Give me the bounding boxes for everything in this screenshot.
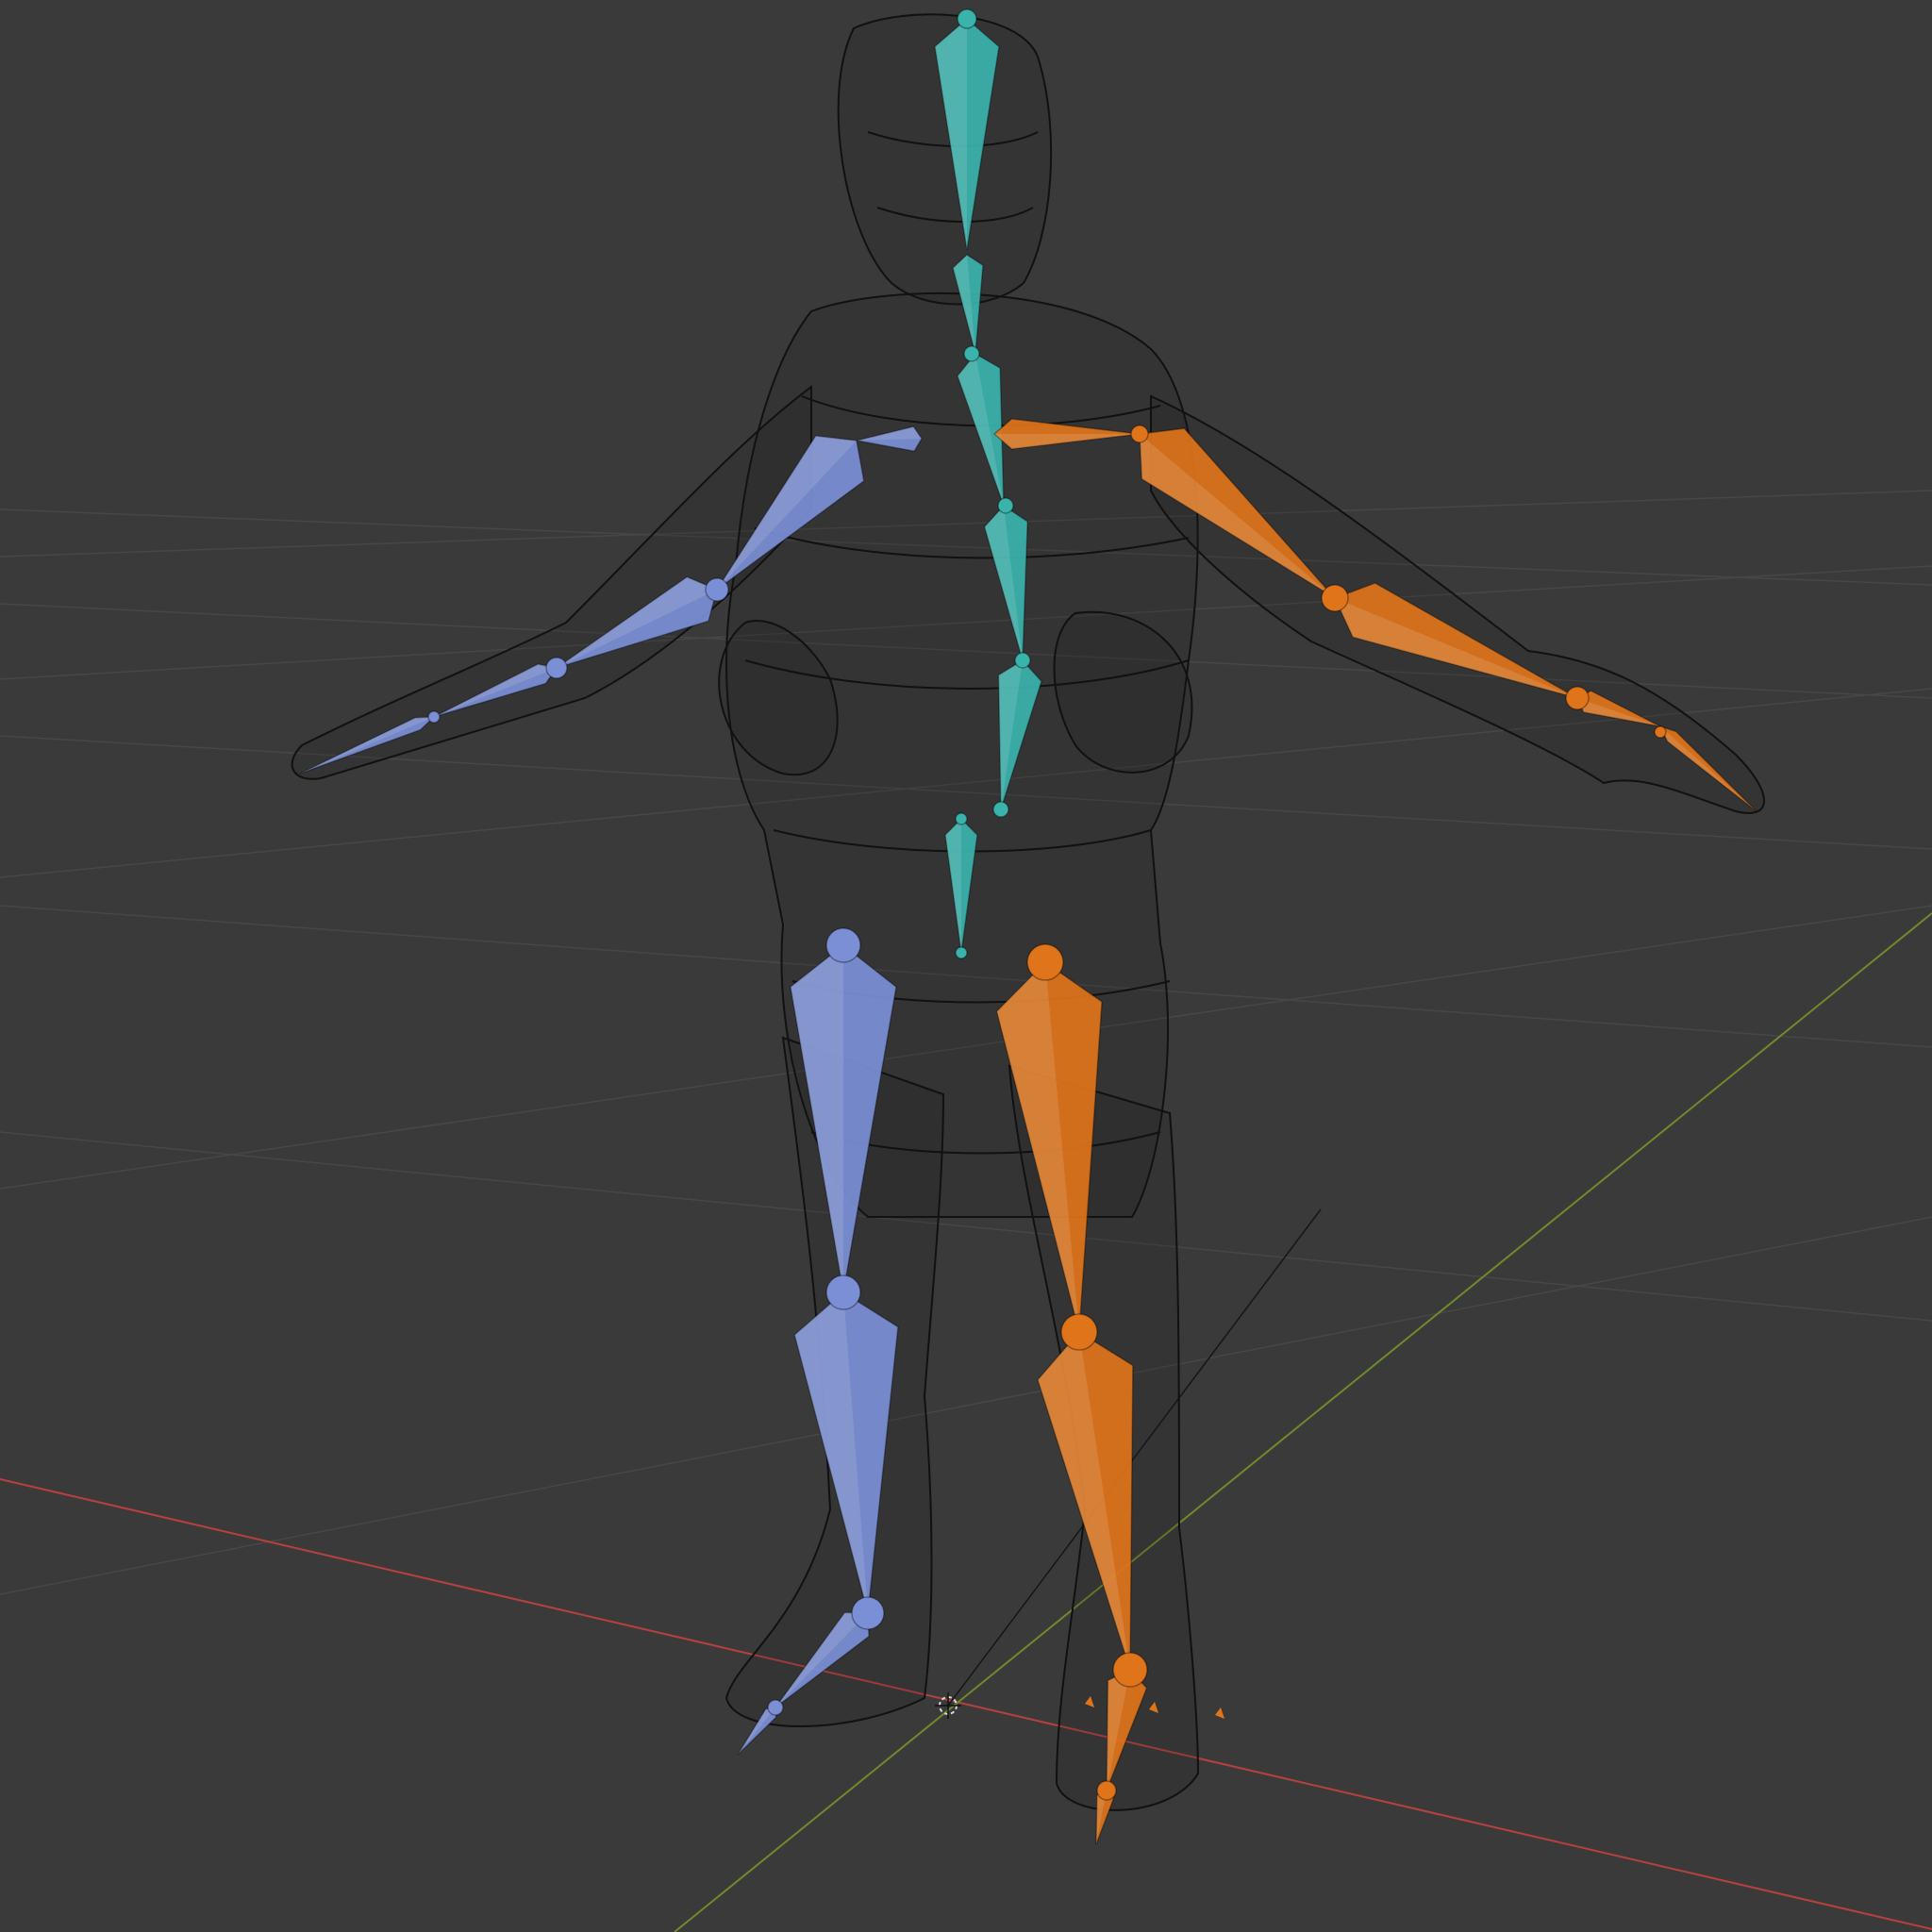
bone-joint[interactable] <box>705 577 729 602</box>
bone-joint[interactable] <box>992 801 1009 818</box>
bone-joint[interactable] <box>1654 725 1667 739</box>
bone-joint[interactable] <box>825 1274 861 1310</box>
bone-joint[interactable] <box>955 812 968 825</box>
bone-joint[interactable] <box>997 497 1014 514</box>
bone-joint[interactable] <box>767 1699 784 1716</box>
bone-joint[interactable] <box>1130 425 1149 443</box>
bone-joint[interactable] <box>957 8 977 29</box>
bone-joint[interactable] <box>955 946 968 959</box>
bone-joint[interactable] <box>1565 686 1590 710</box>
bone-joint[interactable] <box>1321 584 1349 612</box>
bone-joint[interactable] <box>825 927 861 963</box>
bone-joint[interactable] <box>545 657 568 679</box>
bone-joint[interactable] <box>1060 1313 1098 1351</box>
bone-joint[interactable] <box>1014 652 1031 669</box>
bone-joint[interactable] <box>851 1596 885 1630</box>
bone-joint[interactable] <box>963 345 980 362</box>
bone-joint[interactable] <box>427 710 441 724</box>
viewport-canvas[interactable] <box>0 0 1932 1932</box>
bone-joint[interactable] <box>1096 1780 1117 1801</box>
bone-joint[interactable] <box>1026 943 1064 981</box>
bone-joint[interactable] <box>1112 1652 1148 1688</box>
3d-viewport[interactable] <box>0 0 1932 1932</box>
